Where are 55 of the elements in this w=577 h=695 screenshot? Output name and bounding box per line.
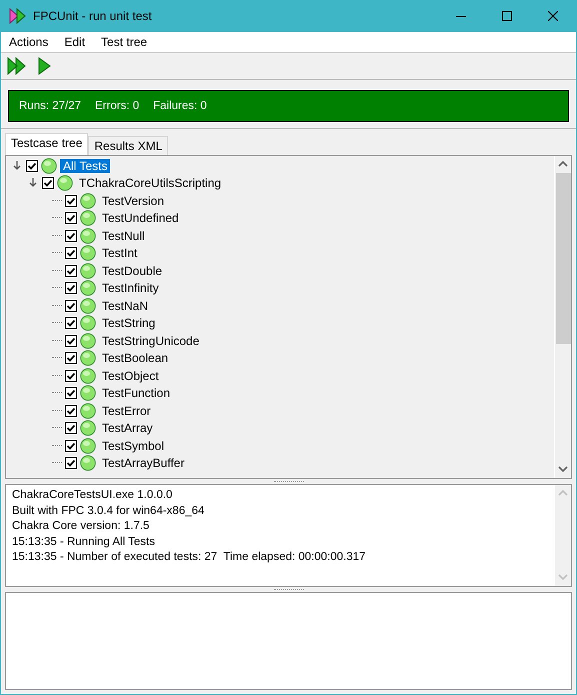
close-icon[interactable]	[548, 11, 558, 21]
tree-item[interactable]: TestUndefined	[99, 211, 182, 226]
checkbox[interactable]	[65, 387, 77, 400]
runs-count: Runs: 27/27	[19, 100, 82, 112]
tab[interactable]: Results XML	[88, 136, 168, 155]
log-line: ChakraCoreTestsUI.exe 1.0.0.0	[12, 488, 174, 503]
log-line: 15:13:35 - Number of executed tests: 27 Time elapsed: 00:00:00.317	[12, 550, 367, 565]
checkbox[interactable]	[65, 440, 77, 452]
checkbox[interactable]	[65, 247, 77, 260]
log-line: 15:13:35 - Running All Tests	[12, 534, 156, 550]
tree-item[interactable]: TestStringUnicode	[99, 334, 202, 348]
checkbox[interactable]	[26, 160, 38, 172]
checkbox[interactable]	[65, 370, 77, 382]
checkbox[interactable]	[65, 404, 77, 417]
checkbox[interactable]	[65, 282, 77, 294]
failures-count: Failures: 0	[153, 100, 207, 112]
checkbox[interactable]	[65, 317, 77, 330]
tree-item[interactable]: TestVersion	[99, 194, 168, 208]
errors-count: Errors: 0	[95, 100, 140, 112]
maximize-icon[interactable]	[502, 11, 512, 21]
tree-item[interactable]: TestObject	[99, 368, 162, 383]
tree-item[interactable]: TestArrayBuffer	[99, 456, 188, 470]
tree-item[interactable]: TestString	[99, 316, 158, 330]
tab[interactable]: Testcase tree	[5, 133, 88, 155]
checkbox[interactable]	[65, 422, 77, 434]
checkbox[interactable]	[65, 212, 77, 224]
app-icon	[9, 7, 27, 25]
tree-item[interactable]: TestBoolean	[99, 351, 172, 366]
tree-item[interactable]: TestSymbol	[99, 438, 168, 453]
checkbox[interactable]	[65, 457, 77, 470]
checkbox[interactable]	[65, 264, 77, 277]
tree-item[interactable]: TestFunction	[99, 386, 174, 400]
tree-item[interactable]: TestNaN	[99, 298, 152, 313]
tree-item[interactable]: TestNull	[99, 228, 148, 243]
checkbox[interactable]	[65, 352, 77, 364]
checkbox[interactable]	[65, 300, 77, 312]
tree-item[interactable]: All Tests	[60, 158, 110, 173]
log-line: Chakra Core version: 1.7.5	[12, 519, 150, 534]
run-all-button[interactable]	[7, 56, 27, 76]
checkbox[interactable]	[65, 230, 77, 242]
checkbox[interactable]	[42, 177, 54, 190]
checkbox[interactable]	[65, 334, 77, 347]
menu-item[interactable]: Actions	[1, 35, 56, 49]
menu-item[interactable]: Test tree	[93, 35, 156, 49]
tree-item[interactable]: TestError	[99, 404, 154, 418]
scrollbar[interactable]	[554, 156, 571, 478]
menu-item[interactable]: Edit	[56, 35, 94, 49]
window-title: FPCUnit - run unit test	[33, 9, 153, 23]
log-line: Built with FPC 3.0.4 for win64-x86_64	[12, 504, 206, 518]
checkbox[interactable]	[65, 194, 77, 207]
tree-item[interactable]: TestInfinity	[99, 281, 162, 296]
tree-item[interactable]: TestArray	[99, 421, 156, 436]
tree-item[interactable]: TestDouble	[99, 264, 166, 278]
tree-item[interactable]: TChakraCoreUtilsScripting	[76, 176, 224, 190]
tree-item[interactable]: TestInt	[99, 246, 140, 260]
